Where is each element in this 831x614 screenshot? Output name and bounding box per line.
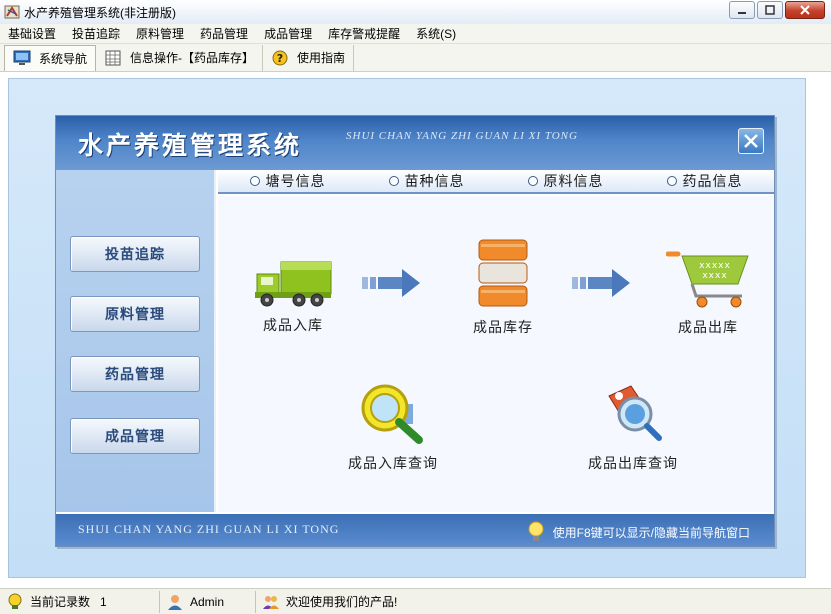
nav-footer: SHUI CHAN YANG ZHI GUAN LI XI TONG 使用F8键… (56, 514, 774, 546)
flow-outbound-label: 成品出库 (678, 319, 738, 335)
flow-outbound-query-label: 成品出库查询 (588, 455, 678, 471)
footer-hint-text: 使用F8键可以显示/隐藏当前导航窗口 (552, 525, 750, 540)
flow-stock-label: 成品库存 (473, 319, 533, 335)
user-cell: Admin (160, 590, 256, 613)
menu-basic-settings[interactable]: 基础设置 (0, 24, 64, 44)
close-icon[interactable] (785, 1, 825, 19)
menu-fry-tracking[interactable]: 投苗追踪 (64, 24, 128, 44)
app-logo-icon (4, 4, 20, 20)
side-button-material[interactable]: 原料管理 (70, 296, 200, 332)
window-controls (729, 1, 825, 19)
monitor-icon (13, 50, 31, 66)
search-tag-icon (597, 385, 669, 449)
radio-drug-info[interactable]: 药品信息 (666, 171, 743, 191)
flow-arrow-icon (572, 268, 632, 301)
toolbar: 系统导航 信息操作-【药品库存】 ? 使用指南 (0, 44, 831, 72)
flow-inbound-query[interactable]: 成品入库查询 (328, 382, 458, 473)
flow-outbound-query[interactable]: 成品出库查询 (568, 382, 698, 473)
magnifier-icon (357, 384, 429, 449)
flow-inbound-label: 成品入库 (263, 317, 323, 333)
flow-outbound[interactable]: xxxxx xxxx 成品出库 (658, 248, 758, 337)
menu-stock-alert[interactable]: 库存警戒提醒 (320, 24, 408, 44)
shopping-cart-icon: xxxxx xxxx (665, 251, 750, 313)
maximize-icon[interactable] (757, 1, 783, 19)
nav-header: 水产养殖管理系统 SHUI CHAN YANG ZHI GUAN LI XI T… (56, 116, 774, 170)
welcome-text: 欢迎使用我们的产品! (286, 595, 398, 609)
barrel-stack-icon (473, 239, 533, 313)
user-icon (166, 593, 184, 611)
minimize-icon[interactable] (729, 1, 755, 19)
info-operation-label: 信息操作-【药品库存】 (130, 51, 255, 65)
info-operation-button[interactable]: 信息操作-【药品库存】 (96, 44, 264, 71)
radio-circle-icon (527, 176, 538, 186)
username: Admin (190, 594, 225, 609)
lightbulb-icon (6, 593, 24, 611)
footer-hint: 使用F8键可以显示/隐藏当前导航窗口 (527, 521, 750, 543)
flow-inbound-query-label: 成品入库查询 (348, 455, 438, 471)
navigation-panel: 水产养殖管理系统 SHUI CHAN YANG ZHI GUAN LI XI T… (55, 115, 775, 547)
record-count-value: 1 (100, 594, 107, 609)
svg-text:xxxxx: xxxxx (699, 261, 731, 271)
radio-circle-icon (666, 176, 677, 186)
side-button-product[interactable]: 成品管理 (70, 418, 200, 454)
grid-icon (104, 50, 122, 66)
side-button-fry-tracking[interactable]: 投苗追踪 (70, 236, 200, 272)
flow-arrow-icon (362, 268, 422, 301)
flow-inbound[interactable]: 成品入库 (248, 256, 338, 335)
svg-text:?: ? (277, 52, 283, 65)
system-nav-button[interactable]: 系统导航 (4, 44, 97, 71)
flow-stock[interactable]: 成品库存 (458, 238, 548, 337)
users-icon (262, 593, 280, 611)
radio-material-label: 原料信息 (543, 173, 604, 189)
menu-product-management[interactable]: 成品管理 (256, 24, 320, 44)
radio-circle-icon (249, 176, 260, 186)
nav-title: 水产养殖管理系统 (78, 131, 303, 160)
radio-drug-label: 药品信息 (682, 173, 743, 189)
system-nav-label: 系统导航 (39, 51, 88, 66)
user-guide-button[interactable]: ? 使用指南 (263, 44, 355, 71)
info-radio-bar: 塘号信息 苗种信息 原料信息 药品信息 (218, 170, 774, 194)
radio-fry-label: 苗种信息 (404, 173, 465, 189)
status-bar: 当前记录数 1 Admin 欢迎使用我们的产品! (0, 588, 831, 614)
welcome-cell: 欢迎使用我们的产品! (256, 591, 403, 613)
lightbulb-icon (527, 521, 545, 543)
radio-fry-info[interactable]: 苗种信息 (388, 171, 465, 191)
help-icon: ? (271, 50, 289, 66)
nav-subtitle: SHUI CHAN YANG ZHI GUAN LI XI TONG (346, 130, 578, 142)
title-bar: 水产养殖管理系统(非注册版) (0, 0, 831, 24)
radio-material-info[interactable]: 原料信息 (527, 171, 604, 191)
menu-material-management[interactable]: 原料管理 (128, 24, 192, 44)
record-count-label: 当前记录数 (30, 595, 91, 609)
user-guide-label: 使用指南 (297, 51, 346, 65)
nav-sidebar: 投苗追踪 原料管理 药品管理 成品管理 (56, 170, 216, 512)
svg-text:xxxx: xxxx (702, 271, 727, 281)
radio-pond-label: 塘号信息 (265, 173, 326, 189)
menu-system[interactable]: 系统(S) (408, 24, 464, 44)
footer-subtitle: SHUI CHAN YANG ZHI GUAN LI XI TONG (78, 522, 340, 536)
window-title: 水产养殖管理系统(非注册版) (24, 5, 176, 20)
flow-content: 成品入库 成品库存 xxxxx xxxx 成品出库 成品入库查询 成品出库查询 (218, 196, 774, 512)
menu-drug-management[interactable]: 药品管理 (192, 24, 256, 44)
nav-close-icon[interactable] (738, 128, 764, 154)
radio-circle-icon (388, 176, 399, 186)
record-count-cell: 当前记录数 1 (0, 590, 160, 613)
side-button-drug[interactable]: 药品管理 (70, 356, 200, 392)
radio-pond-info[interactable]: 塘号信息 (249, 171, 326, 191)
truck-icon (253, 261, 333, 311)
menu-bar: 基础设置 投苗追踪 原料管理 药品管理 成品管理 库存警戒提醒 系统(S) (0, 24, 831, 44)
